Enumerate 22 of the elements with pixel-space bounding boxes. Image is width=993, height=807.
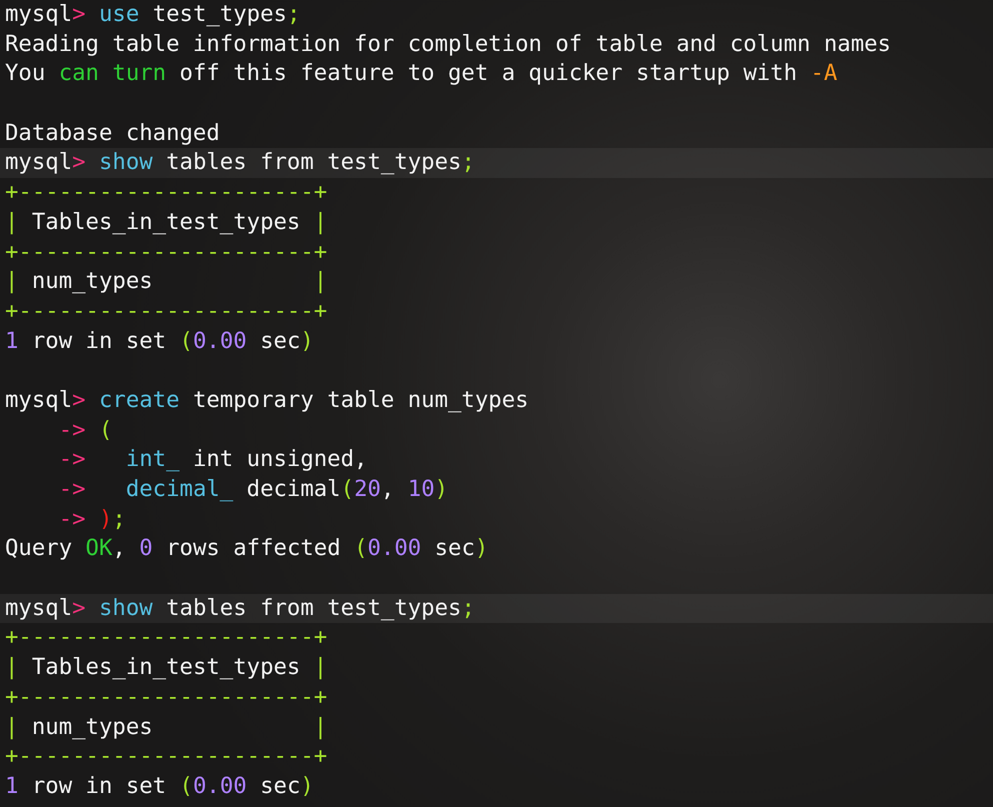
terminal-line: +----------------------+ — [4, 296, 328, 326]
terminal-line: | num_types | — [4, 267, 328, 296]
terminal-line: Reading table information for completion of table and column names — [4, 30, 891, 59]
terminal-line: -> decimal_ decimal(20, 10) — [58, 475, 448, 504]
terminal-line: | Tables_in_test_types | — [4, 653, 328, 682]
terminal-line: | Tables_in_test_types | — [4, 208, 328, 237]
terminal-line: You can turn off this feature to get a quicker startup with -A — [4, 59, 838, 88]
terminal-line: -> ); — [58, 504, 126, 534]
terminal-line: -> ( — [58, 416, 112, 445]
terminal-line: 1 row in set (0.00 sec) — [4, 326, 314, 356]
terminal-line: +----------------------+ — [4, 623, 328, 652]
terminal-line: -> int_ int unsigned, — [58, 445, 368, 474]
terminal-line: 1 row in set (0.00 sec) — [4, 772, 314, 801]
terminal-line: +----------------------+ — [4, 178, 328, 208]
terminal-line: +----------------------+ — [4, 742, 328, 772]
terminal-line: Database changed — [4, 118, 220, 148]
terminal-line: mysql> create temporary table num_types — [4, 386, 529, 415]
terminal-line: Query OK, 0 rows affected (0.00 sec) — [4, 534, 488, 564]
terminal-line: mysql> use test_types; — [4, 0, 300, 29]
terminal-line: +----------------------+ — [4, 238, 328, 266]
terminal-line: | num_types | — [4, 712, 328, 742]
terminal-line: +----------------------+ — [4, 682, 328, 712]
